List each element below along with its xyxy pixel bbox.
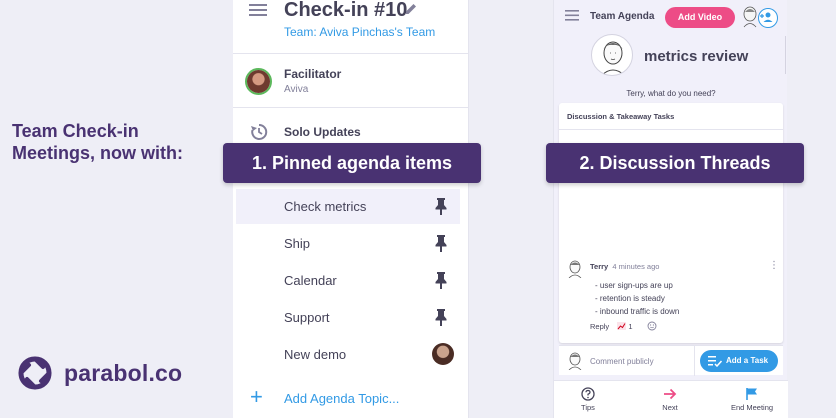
add-task-label: Add a Task [726, 356, 769, 365]
topic-owner-avatar [591, 34, 633, 76]
reaction-count: 1 [628, 322, 633, 331]
end-meeting-button[interactable]: End Meeting [722, 387, 782, 412]
comment-line: - user sign-ups are up [595, 281, 673, 290]
task-list-icon [708, 356, 722, 367]
add-agenda-topic-label: Add Agenda Topic... [284, 391, 400, 406]
parabol-logo: parabol.co [16, 354, 182, 392]
sidebar-header: Check-in #10 Team: Aviva Pinchas's Team [233, 0, 469, 54]
help-icon [581, 387, 595, 401]
agenda-item-label: Support [284, 310, 330, 325]
history-icon [251, 123, 268, 140]
tips-label: Tips [581, 403, 595, 412]
discussion-threads-callout: 2. Discussion Threads [546, 143, 804, 183]
flag-icon [746, 388, 757, 400]
discussion-card-header: Discussion & Takeaway Tasks [559, 103, 783, 130]
solo-updates-label: Solo Updates [284, 125, 361, 139]
add-task-button[interactable]: Add a Task [700, 350, 778, 372]
chart-emoji-icon [617, 322, 627, 330]
agenda-item-label: Calendar [284, 273, 337, 288]
logo-text: parabol.co [64, 359, 183, 386]
add-person-icon [760, 12, 773, 22]
facilitator-label: Facilitator [284, 67, 342, 81]
agenda-item[interactable]: Support [236, 300, 460, 335]
agenda-sidebar: Check-in #10 Team: Aviva Pinchas's Team … [233, 0, 469, 418]
comment-timestamp: 4 minutes ago [612, 262, 660, 271]
add-participant-button[interactable] [758, 8, 778, 28]
reaction-badge[interactable]: 1 [617, 322, 640, 331]
pinned-items-callout: 1. Pinned agenda items [223, 143, 481, 183]
pin-icon[interactable] [435, 197, 447, 215]
hamburger-menu-icon[interactable] [565, 10, 579, 21]
hamburger-menu-icon[interactable] [249, 3, 267, 17]
comment-author-avatar [568, 260, 582, 278]
agenda-item-label: Ship [284, 236, 311, 251]
facilitator-name: Aviva [284, 84, 309, 95]
comment-line: - inbound traffic is down [595, 307, 680, 316]
agenda-item-avatar [432, 343, 454, 365]
comment-input[interactable]: Comment publicly [590, 357, 654, 366]
header-divider [785, 36, 786, 74]
team-link[interactable]: Team: Aviva Pinchas's Team [284, 25, 435, 39]
add-reaction-icon[interactable] [647, 321, 657, 331]
comment-menu-icon[interactable]: ⋮ [769, 261, 779, 271]
agenda-item[interactable]: Calendar [236, 263, 460, 298]
add-video-button[interactable]: Add Video [665, 7, 735, 28]
arrow-right-icon [664, 388, 677, 400]
tips-button[interactable]: Tips [558, 387, 618, 412]
headline: Team Check-in Meetings, now with: [12, 121, 183, 163]
facilitator-prompt: Terry, what do you need? [626, 89, 716, 98]
plus-icon: + [250, 384, 263, 409]
sketch-portrait-icon [601, 41, 625, 75]
composer-divider [694, 346, 695, 376]
edit-pencil-icon[interactable] [404, 2, 418, 16]
comment-line: - retention is steady [595, 294, 665, 303]
pin-icon[interactable] [435, 271, 447, 289]
meeting-title: Check-in #10 [284, 0, 408, 21]
agenda-item[interactable]: New demo [236, 337, 460, 372]
composer-avatar [568, 352, 582, 370]
pin-icon[interactable] [435, 308, 447, 326]
next-button[interactable]: Next [640, 387, 700, 412]
comment-actions: Reply 1 [590, 321, 657, 331]
agenda-item[interactable]: Check metrics [236, 189, 460, 224]
comment-composer: Comment publicly Add a Task [559, 345, 783, 376]
agenda-item[interactable]: Ship [236, 226, 460, 261]
discussion-panel: Team Agenda Add Video metrics review Ter… [553, 0, 788, 418]
team-agenda-title: Team Agenda [590, 11, 655, 22]
user-avatar-sketch [743, 6, 757, 28]
agenda-item-label: New demo [284, 347, 347, 362]
facilitator-avatar [245, 68, 272, 95]
reply-button[interactable]: Reply [590, 322, 609, 331]
meeting-controls-bar: Tips Next End Meeting [554, 380, 788, 418]
topic-title: metrics review [644, 48, 749, 65]
add-agenda-topic[interactable]: + Add Agenda Topic... [233, 384, 469, 414]
discussion-card: Discussion & Takeaway Tasks Terry 4 minu… [559, 103, 783, 343]
parabol-logo-icon [18, 356, 52, 390]
comment-meta: Terry 4 minutes ago [590, 262, 659, 271]
agenda-item-label: Check metrics [284, 199, 367, 214]
comment-author: Terry [590, 262, 609, 271]
next-label: Next [662, 403, 678, 412]
facilitator-row[interactable]: Facilitator Aviva [233, 54, 469, 108]
pin-icon[interactable] [435, 234, 447, 252]
end-meeting-label: End Meeting [730, 403, 774, 412]
